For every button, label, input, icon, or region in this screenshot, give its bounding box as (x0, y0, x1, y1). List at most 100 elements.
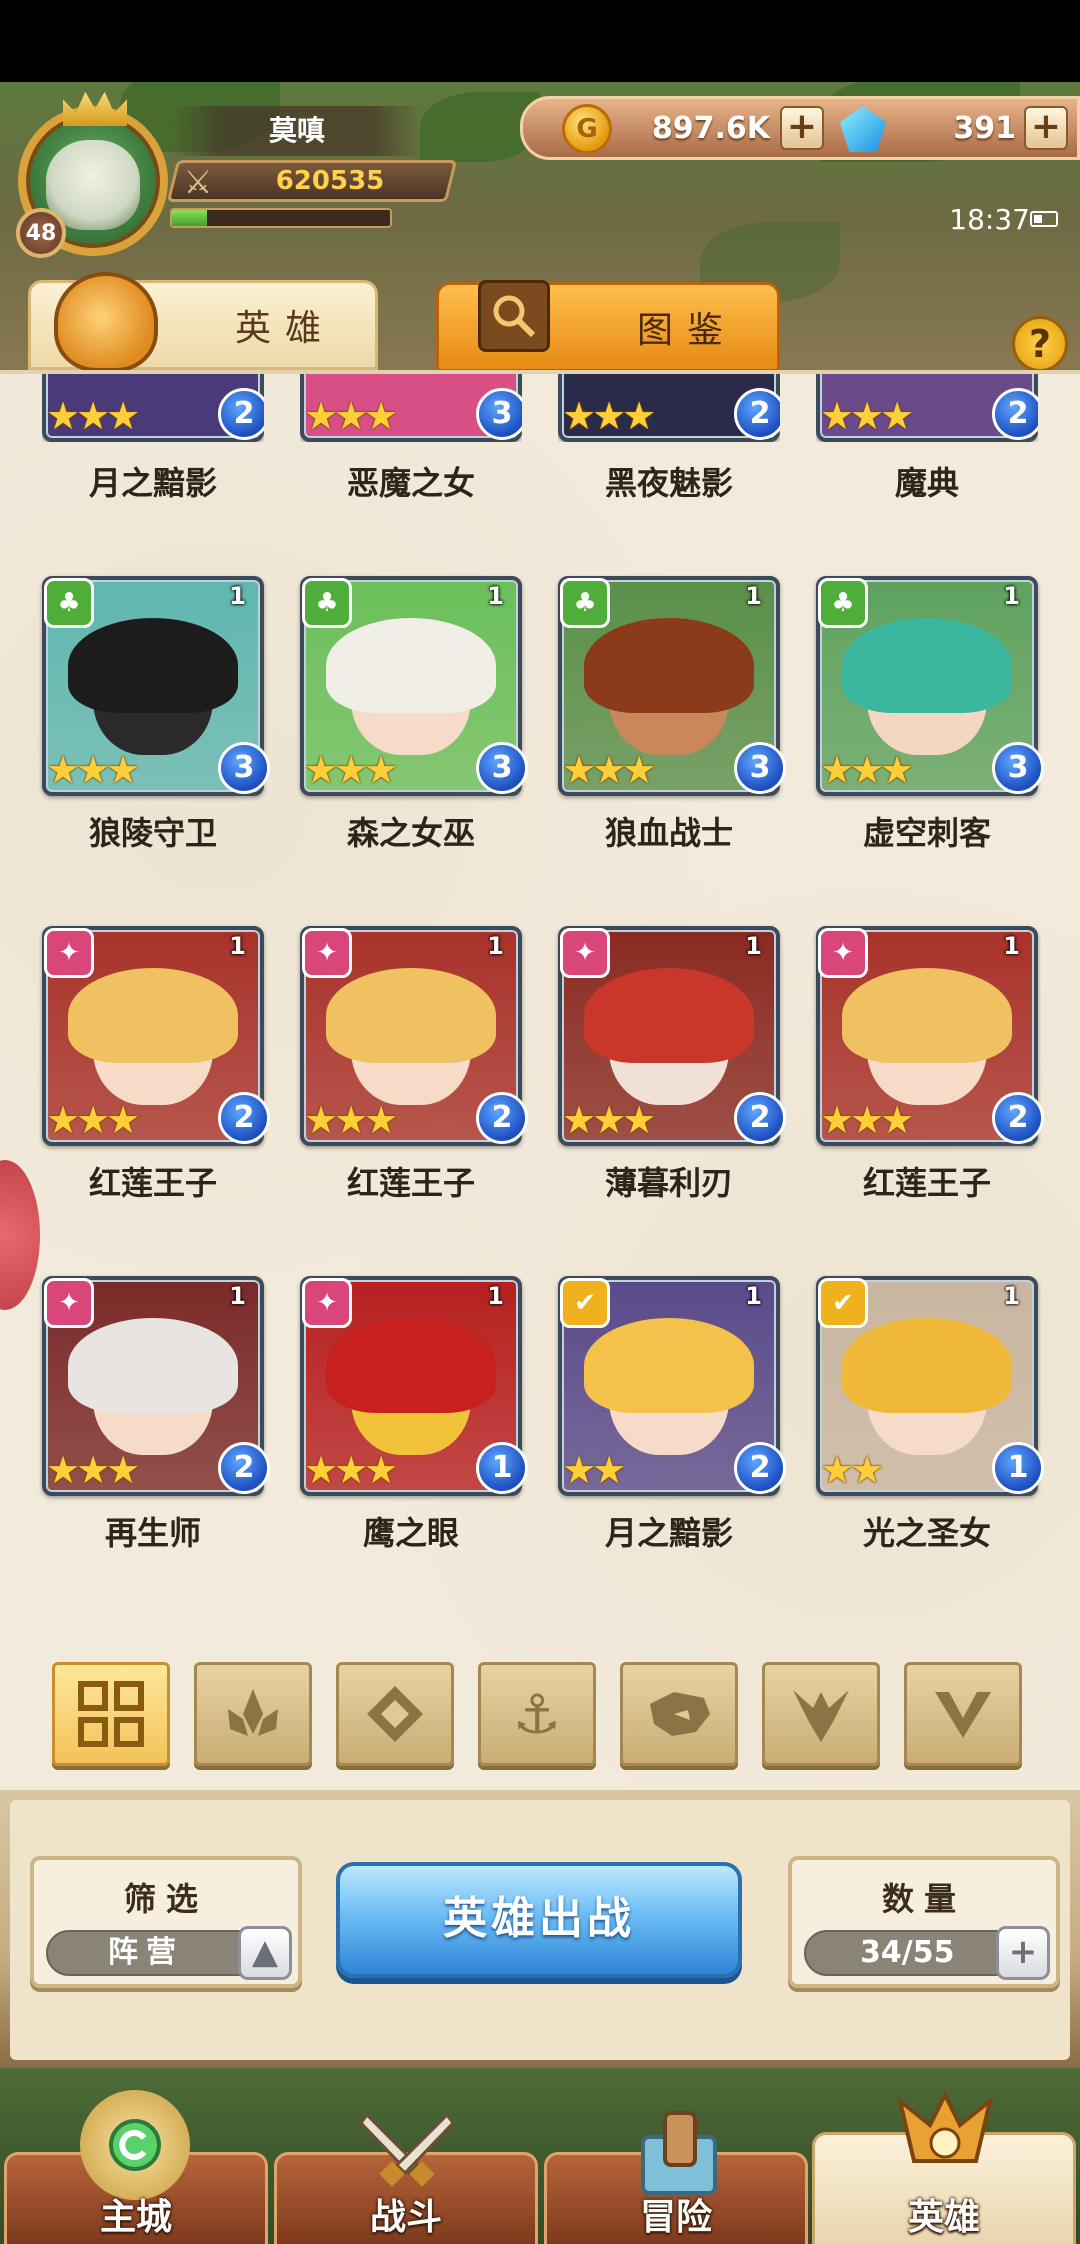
star-icon: ★ (880, 748, 915, 792)
faction-filter-bar: ⚓ (52, 1662, 1022, 1772)
anchor-faction-icon[interactable]: ⚓ (478, 1662, 596, 1766)
hero-rank-badge: 2 (992, 388, 1038, 440)
crossed-swords-icon: ⚔ (183, 163, 213, 201)
star-icon: ★ (46, 1448, 81, 1492)
hero-card[interactable]: ✔ 1 ★ ★ 1 (816, 1276, 1044, 1496)
star-rating: ★ ★ ★ (46, 1448, 140, 1492)
tab-heroes-label: 英雄 (234, 308, 335, 349)
star-rating: ★ ★ ★ (46, 748, 140, 792)
fire-faction-icon: ✦ (44, 928, 94, 978)
star-rating: ★ ★ ★ (304, 1098, 398, 1142)
filter-box: 筛选 阵营 ▲ (30, 1856, 302, 1988)
star-icon: ★ (562, 1098, 597, 1142)
light-faction-icon[interactable] (904, 1662, 1022, 1766)
hero-card[interactable]: ♣ 1 ★ ★ ★ 3 (42, 576, 270, 796)
all-grid-icon[interactable] (52, 1662, 170, 1766)
hero-level: 1 (745, 1282, 762, 1310)
hero-rank-badge: 1 (992, 1442, 1044, 1494)
beast-faction-icon[interactable] (620, 1662, 738, 1766)
star-icon: ★ (592, 1448, 627, 1492)
star-icon: ★ (304, 394, 339, 438)
hero-name: 恶魔之女 (346, 464, 475, 502)
star-icon: ★ (304, 748, 339, 792)
star-icon: ★ (106, 394, 141, 438)
star-icon: ★ (106, 1448, 141, 1492)
hero-card[interactable]: ✔ 1 ★ ★ 2 (558, 1276, 786, 1496)
deploy-heroes-button[interactable]: 英雄出战 (336, 1862, 742, 1978)
star-icon: ★ (622, 394, 657, 438)
hero-level: 1 (229, 582, 246, 610)
hero-level: 1 (745, 932, 762, 960)
hero-name: 黑夜魅影 (604, 464, 733, 502)
hero-card-partial[interactable]: ★ ★ ★ 2 (558, 374, 780, 442)
star-icon: ★ (106, 1098, 141, 1142)
star-icon: ★ (880, 394, 915, 438)
hero-rank-badge: 1 (476, 1442, 528, 1494)
hero-name: 狼陵守卫 (88, 814, 217, 852)
hero-card[interactable]: ♣ 1 ★ ★ ★ 3 (558, 576, 786, 796)
gold-coin-icon: G (562, 104, 612, 154)
hero-name: 狼血战士 (604, 814, 733, 852)
add-slot-button[interactable]: + (996, 1926, 1050, 1980)
player-level-badge: 48 (16, 208, 66, 258)
fire-faction-icon[interactable] (194, 1662, 312, 1766)
count-box: 数量 34/55 + (788, 1856, 1060, 1988)
hero-level: 1 (745, 582, 762, 610)
hero-card[interactable]: ✦ 1 ★ ★ ★ 2 (558, 926, 786, 1146)
hero-card[interactable]: ✦ 1 ★ ★ ★ 2 (42, 926, 270, 1146)
hero-name: 红莲王子 (862, 1164, 991, 1202)
nature-faction-icon: ♣ (302, 578, 352, 628)
hero-name: 红莲王子 (88, 1164, 217, 1202)
star-icon: ★ (820, 748, 855, 792)
hero-rank-badge: 3 (218, 742, 270, 794)
status-bar (0, 0, 1080, 82)
star-rating: ★ ★ ★ (304, 748, 398, 792)
hero-level: 1 (1003, 932, 1020, 960)
star-icon: ★ (820, 1448, 855, 1492)
star-rating: ★ ★ ★ (562, 1098, 656, 1142)
star-rating: ★ ★ ★ (46, 1098, 140, 1142)
hero-card[interactable]: ♣ 1 ★ ★ ★ 3 (300, 576, 528, 796)
hero-card-partial[interactable]: ★ ★ ★ 2 (816, 374, 1038, 442)
hero-card[interactable]: ✦ 1 ★ ★ ★ 2 (300, 926, 528, 1146)
add-gold-button[interactable]: + (780, 106, 824, 150)
tab-codex-label: 图鉴 (636, 310, 737, 351)
player-avatar[interactable]: 48 (8, 88, 178, 258)
hero-card[interactable]: ✦ 1 ★ ★ ★ 2 (42, 1276, 270, 1496)
hero-rank-badge: 2 (734, 1442, 786, 1494)
nature-faction-icon: ♣ (818, 578, 868, 628)
fire-faction-icon: ✦ (302, 928, 352, 978)
hero-card[interactable]: ✦ 1 ★ ★ ★ 1 (300, 1276, 528, 1496)
hero-card[interactable]: ♣ 1 ★ ★ ★ 3 (816, 576, 1044, 796)
hero-card[interactable]: ✦ 1 ★ ★ ★ 2 (816, 926, 1044, 1146)
star-icon: ★ (562, 748, 597, 792)
star-icon: ★ (622, 748, 657, 792)
gem-amount: 391 (953, 111, 1016, 146)
chevron-up-icon[interactable]: ▲ (238, 1926, 292, 1980)
star-icon: ★ (820, 1098, 855, 1142)
star-icon: ★ (46, 394, 81, 438)
hero-rank-badge: 3 (476, 742, 528, 794)
star-icon: ★ (364, 1448, 399, 1492)
hero-level: 1 (229, 1282, 246, 1310)
star-icon: ★ (364, 1098, 399, 1142)
hero-card-partial[interactable]: ★ ★ ★ 3 (300, 374, 522, 442)
hero-card-partial[interactable]: ★ ★ ★ 2 (42, 374, 264, 442)
nav-adventure-label: 冒险 (639, 2197, 712, 2238)
help-button[interactable]: ? (1012, 316, 1068, 372)
hero-level: 1 (487, 932, 504, 960)
hero-rank-badge: 2 (218, 1442, 270, 1494)
hero-name: 薄暮利刃 (604, 1164, 733, 1202)
star-icon: ★ (622, 1098, 657, 1142)
star-rating: ★ ★ ★ (562, 748, 656, 792)
hero-helmet-icon (54, 272, 158, 372)
hero-rank-badge: 2 (734, 1092, 786, 1144)
add-gems-button[interactable]: + (1024, 106, 1068, 150)
hero-rank-badge: 2 (218, 1092, 270, 1144)
hero-name: 虚空刺客 (862, 814, 991, 852)
diamond-faction-icon[interactable] (336, 1662, 454, 1766)
hero-name: 红莲王子 (346, 1164, 475, 1202)
hero-rank-badge: 2 (218, 388, 264, 440)
dark-faction-icon[interactable] (762, 1662, 880, 1766)
hero-rank-badge: 2 (476, 1092, 528, 1144)
